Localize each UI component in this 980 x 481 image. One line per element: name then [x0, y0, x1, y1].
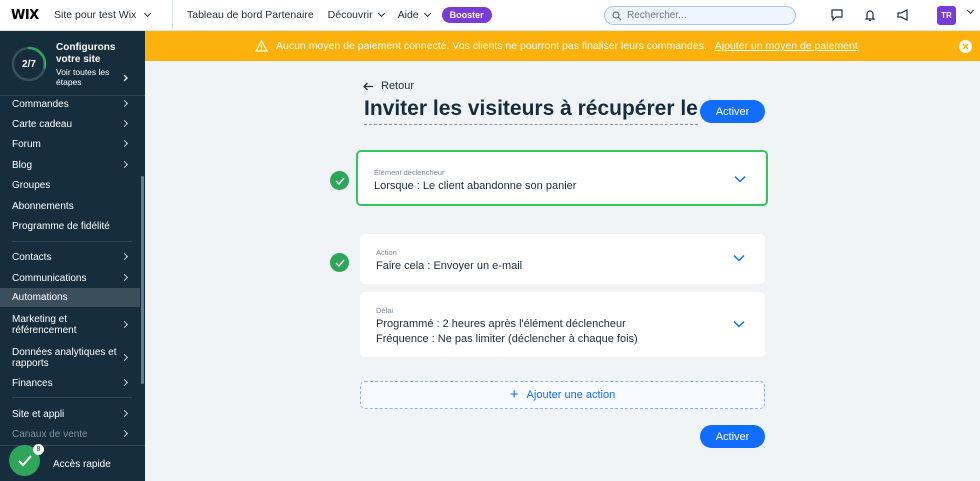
chevron-down-icon: [733, 320, 745, 328]
chevron-right-icon: [120, 273, 129, 282]
chevron-right-icon: [120, 160, 129, 169]
progress-label: 2/7: [22, 58, 36, 70]
sidebar-item-automations[interactable]: Automations: [0, 288, 140, 307]
quick-access-badge: 8: [33, 444, 44, 455]
chevron-right-icon: [120, 252, 129, 261]
avatar[interactable]: TR: [937, 6, 956, 25]
check-icon: [330, 171, 349, 190]
delay-card[interactable]: Délai Programmé : 2 heures après l'éléme…: [360, 292, 765, 357]
chevron-right-icon: [120, 409, 129, 418]
trigger-caption: Élément déclencheur: [374, 168, 445, 177]
delay-caption: Délai: [376, 306, 394, 315]
activate-button-top[interactable]: Activer: [700, 100, 765, 123]
chevron-down-icon: [734, 175, 746, 183]
sidebar-item-subscriptions[interactable]: Abonnements: [0, 199, 140, 213]
delay-scheduled: Programmé : 2 heures après l'élément déc…: [376, 318, 626, 330]
sidebar-item-contacts[interactable]: Contacts: [0, 250, 140, 264]
sidebar-item-blog[interactable]: Blog: [0, 158, 140, 172]
nav-discover[interactable]: Découvrir: [328, 9, 385, 21]
chevron-right-icon: [120, 353, 129, 362]
plus-icon: +: [509, 385, 519, 403]
payment-warning-banner: Aucun moyen de paiement connecté. Vos cl…: [145, 31, 980, 61]
divider: [12, 241, 132, 242]
trigger-value: Lorsque : Le client abandonne son panier: [374, 180, 577, 192]
chevron-right-icon: [120, 119, 129, 128]
chevron-right-icon: [120, 429, 129, 438]
activate-button-bottom[interactable]: Activer: [700, 425, 765, 448]
trigger-card[interactable]: Élément déclencheur Lorsque : Le client …: [356, 150, 768, 206]
sidebar-item-sales-channels[interactable]: Canaux de vente: [0, 427, 140, 441]
chevron-right-icon: [120, 378, 129, 387]
bell-icon[interactable]: [863, 8, 877, 22]
chevron-right-icon: [123, 74, 128, 82]
chevron-down-icon: [733, 254, 745, 262]
wix-logo[interactable]: WIX: [0, 8, 40, 23]
nav-help[interactable]: Aide: [398, 9, 431, 21]
sidebar-scrollbar[interactable]: [141, 176, 144, 384]
delay-frequency: Fréquence : Ne pas limiter (déclencher à…: [376, 333, 638, 345]
banner-message: Aucun moyen de paiement connecté. Vos cl…: [276, 40, 707, 52]
sidebar-item-orders[interactable]: Commandes: [0, 97, 140, 111]
automation-title[interactable]: Inviter les visiteurs à récupérer leur p…: [364, 97, 698, 125]
progress-title: Configurons votre site: [56, 42, 116, 65]
sidebar-item-site-app[interactable]: Site et appli: [0, 407, 140, 421]
warning-icon: [255, 40, 268, 52]
back-link[interactable]: Retour: [363, 80, 414, 92]
nav-partner-dashboard[interactable]: Tableau de bord Partenaire: [187, 9, 314, 21]
search-placeholder: Rechercher...: [627, 10, 687, 21]
add-payment-link[interactable]: Ajouter un moyen de paiement: [715, 40, 858, 52]
check-icon: [330, 253, 349, 272]
sidebar-item-communications[interactable]: Communications: [0, 271, 140, 285]
sidebar-item-forum[interactable]: Forum: [0, 137, 140, 151]
sidebar-item-marketing[interactable]: Marketing et référencement: [0, 312, 140, 338]
chevron-down-icon: [377, 9, 385, 18]
booster-button[interactable]: Booster: [441, 7, 492, 23]
arrow-left-icon: [363, 82, 373, 90]
chevron-down-icon: [144, 9, 152, 18]
sidebar-item-gift-card[interactable]: Carte cadeau: [0, 117, 140, 131]
search-icon: [612, 10, 622, 20]
chevron-right-icon: [120, 320, 129, 329]
site-selector[interactable]: Site pour test Wix: [52, 0, 173, 31]
chat-icon[interactable]: [830, 8, 844, 22]
quick-access-label[interactable]: Accès rapide: [53, 459, 111, 470]
progress-subtitle: Voir toutes les étapes: [56, 67, 110, 87]
chevron-right-icon: [120, 99, 129, 108]
add-action-button[interactable]: + Ajouter une action: [360, 381, 765, 409]
action-card[interactable]: Action Faire cela : Envoyer un e-mail: [360, 234, 765, 284]
sidebar-item-loyalty[interactable]: Programme de fidélité: [0, 219, 140, 233]
chevron-right-icon: [120, 139, 129, 148]
setup-progress[interactable]: 2/7 Configurons votre site Voir toutes l…: [0, 31, 145, 96]
site-name: Site pour test Wix: [54, 9, 137, 21]
action-caption: Action: [376, 248, 397, 257]
search-input[interactable]: Rechercher...: [604, 6, 796, 25]
sidebar-item-analytics[interactable]: Données analytiques et rapports: [0, 345, 140, 371]
close-icon[interactable]: [959, 40, 972, 53]
megaphone-icon[interactable]: [896, 8, 910, 22]
sidebar: 2/7 Configurons votre site Voir toutes l…: [0, 31, 145, 481]
chevron-down-icon: [423, 9, 431, 18]
divider: [12, 397, 132, 398]
sidebar-item-groups[interactable]: Groupes: [0, 178, 140, 192]
sidebar-item-finances[interactable]: Finances: [0, 376, 140, 390]
action-value: Faire cela : Envoyer un e-mail: [376, 260, 523, 272]
